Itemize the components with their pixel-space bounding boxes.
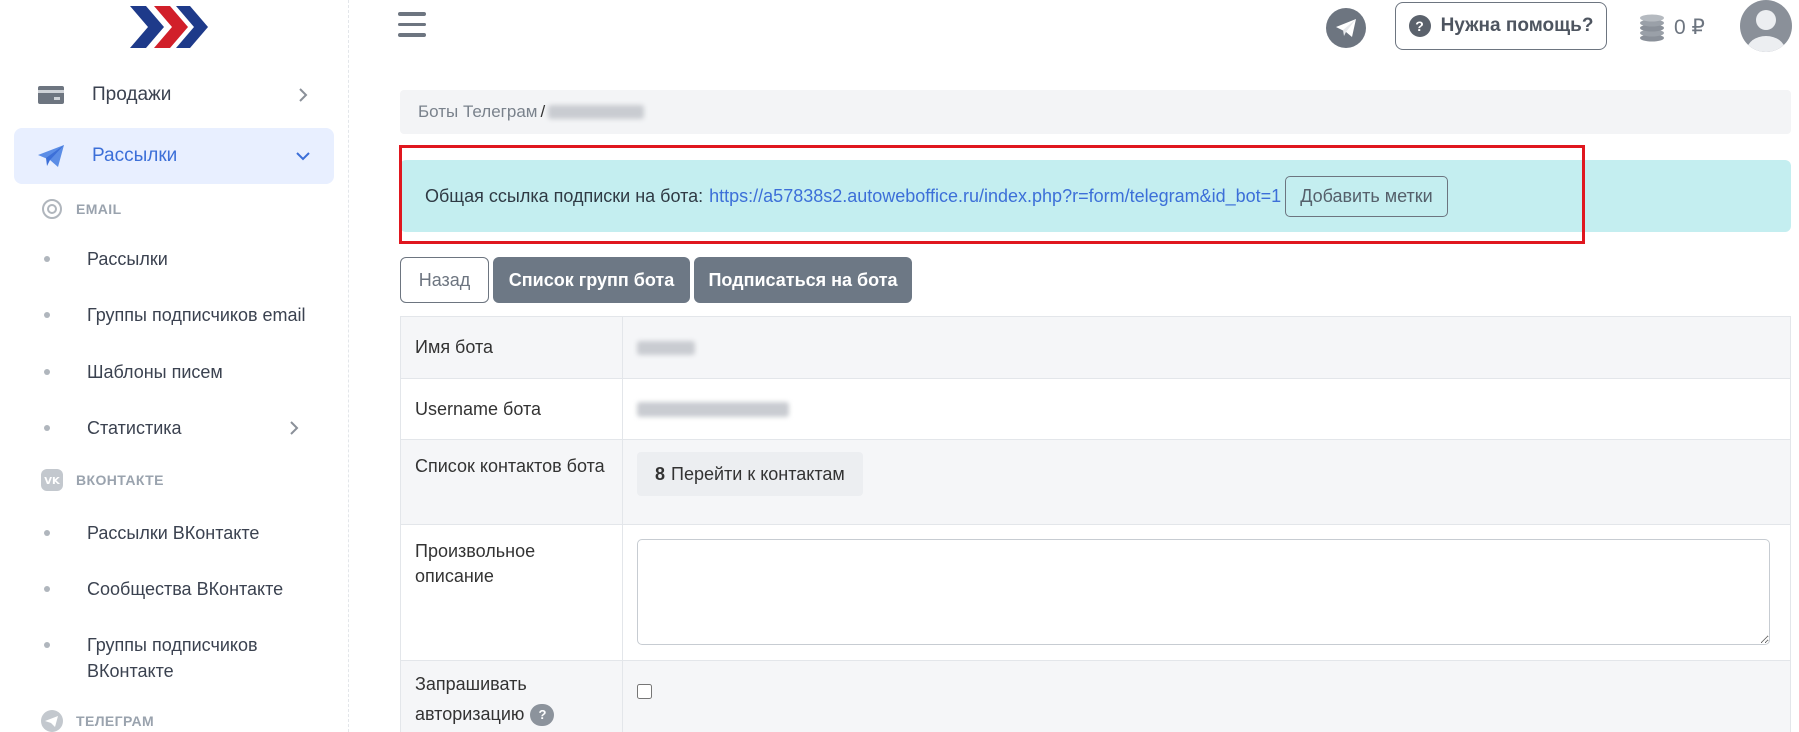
table-row: Произвольное описание	[401, 525, 1790, 661]
at-sign-icon	[40, 197, 64, 221]
back-button[interactable]: Назад	[400, 257, 489, 303]
help-tooltip-icon[interactable]: ?	[530, 704, 555, 727]
bot-username-redacted	[637, 402, 789, 417]
description-textarea[interactable]	[637, 539, 1770, 645]
sidebar-sub-vk-mailings[interactable]: Рассылки ВКонтакте	[44, 520, 259, 546]
sidebar-item-label: Продажи	[92, 84, 172, 105]
breadcrumb-current-redacted	[548, 105, 645, 119]
sidebar-sub-vk-communities[interactable]: Сообщества ВКонтакте	[44, 576, 283, 602]
request-authorization-checkbox[interactable]	[637, 684, 652, 699]
sidebar-item-sales[interactable]: Продажи	[14, 67, 334, 123]
telegram-icon[interactable]	[1326, 8, 1366, 48]
svg-text:VK: VK	[44, 476, 61, 487]
sidebar-sub-templates[interactable]: Шаблоны писем	[44, 359, 223, 385]
sidebar-sub-email-groups[interactable]: Группы подписчиков email	[44, 302, 306, 328]
chevron-right-icon	[290, 421, 299, 435]
table-row: Имя бота	[401, 317, 1790, 379]
balance-value: 0 ₽	[1674, 15, 1705, 39]
telegram-icon	[40, 709, 64, 732]
coins-icon	[1640, 14, 1664, 42]
menu-toggle-icon[interactable]	[398, 12, 428, 40]
chevron-down-icon	[296, 152, 310, 161]
paper-plane-icon	[36, 143, 66, 169]
breadcrumb: Боты Телеграм /	[400, 90, 1791, 134]
breadcrumb-root[interactable]: Боты Телеграм	[418, 102, 537, 122]
contacts-link[interactable]: 8 Перейти к контактам	[637, 452, 863, 496]
avatar[interactable]	[1740, 0, 1792, 52]
section-email: EMAIL	[40, 197, 122, 221]
chevron-right-icon	[299, 88, 308, 102]
bot-details-table: Имя бота Username бота Список контактов …	[400, 316, 1791, 732]
sidebar-sub-vk-groups[interactable]: Группы подписчиков ВКонтакте	[44, 632, 287, 684]
table-row: Список контактов бота 8 Перейти к контак…	[401, 440, 1790, 525]
sidebar-item-label: Рассылки	[92, 145, 178, 166]
highlight-box	[399, 145, 1585, 244]
logo[interactable]	[128, 2, 210, 52]
subscribe-bot-button[interactable]: Подписаться на бота	[694, 257, 912, 303]
help-button[interactable]: ? Нужна помощь?	[1395, 2, 1607, 50]
balance[interactable]: 0 ₽	[1636, 12, 1705, 42]
table-row: Запрашивать авторизацию?	[401, 661, 1790, 732]
vk-icon: VK	[40, 468, 64, 492]
credit-card-icon	[36, 82, 66, 108]
question-icon: ?	[1408, 15, 1431, 37]
sidebar-sub-statistics[interactable]: Статистика	[44, 415, 299, 441]
bot-groups-button[interactable]: Список групп бота	[493, 257, 690, 303]
section-telegram: ТЕЛЕГРАМ	[40, 709, 154, 732]
sidebar: Продажи Рассылки EMAIL Рассылки Группы п…	[0, 0, 349, 732]
section-vk: VK ВКОНТАКТЕ	[40, 468, 164, 492]
bot-name-redacted	[637, 341, 695, 355]
contacts-count: 8	[655, 463, 666, 484]
sidebar-sub-mailings[interactable]: Рассылки	[44, 246, 168, 272]
table-row: Username бота	[401, 379, 1790, 440]
sidebar-item-mailings[interactable]: Рассылки	[14, 128, 334, 184]
